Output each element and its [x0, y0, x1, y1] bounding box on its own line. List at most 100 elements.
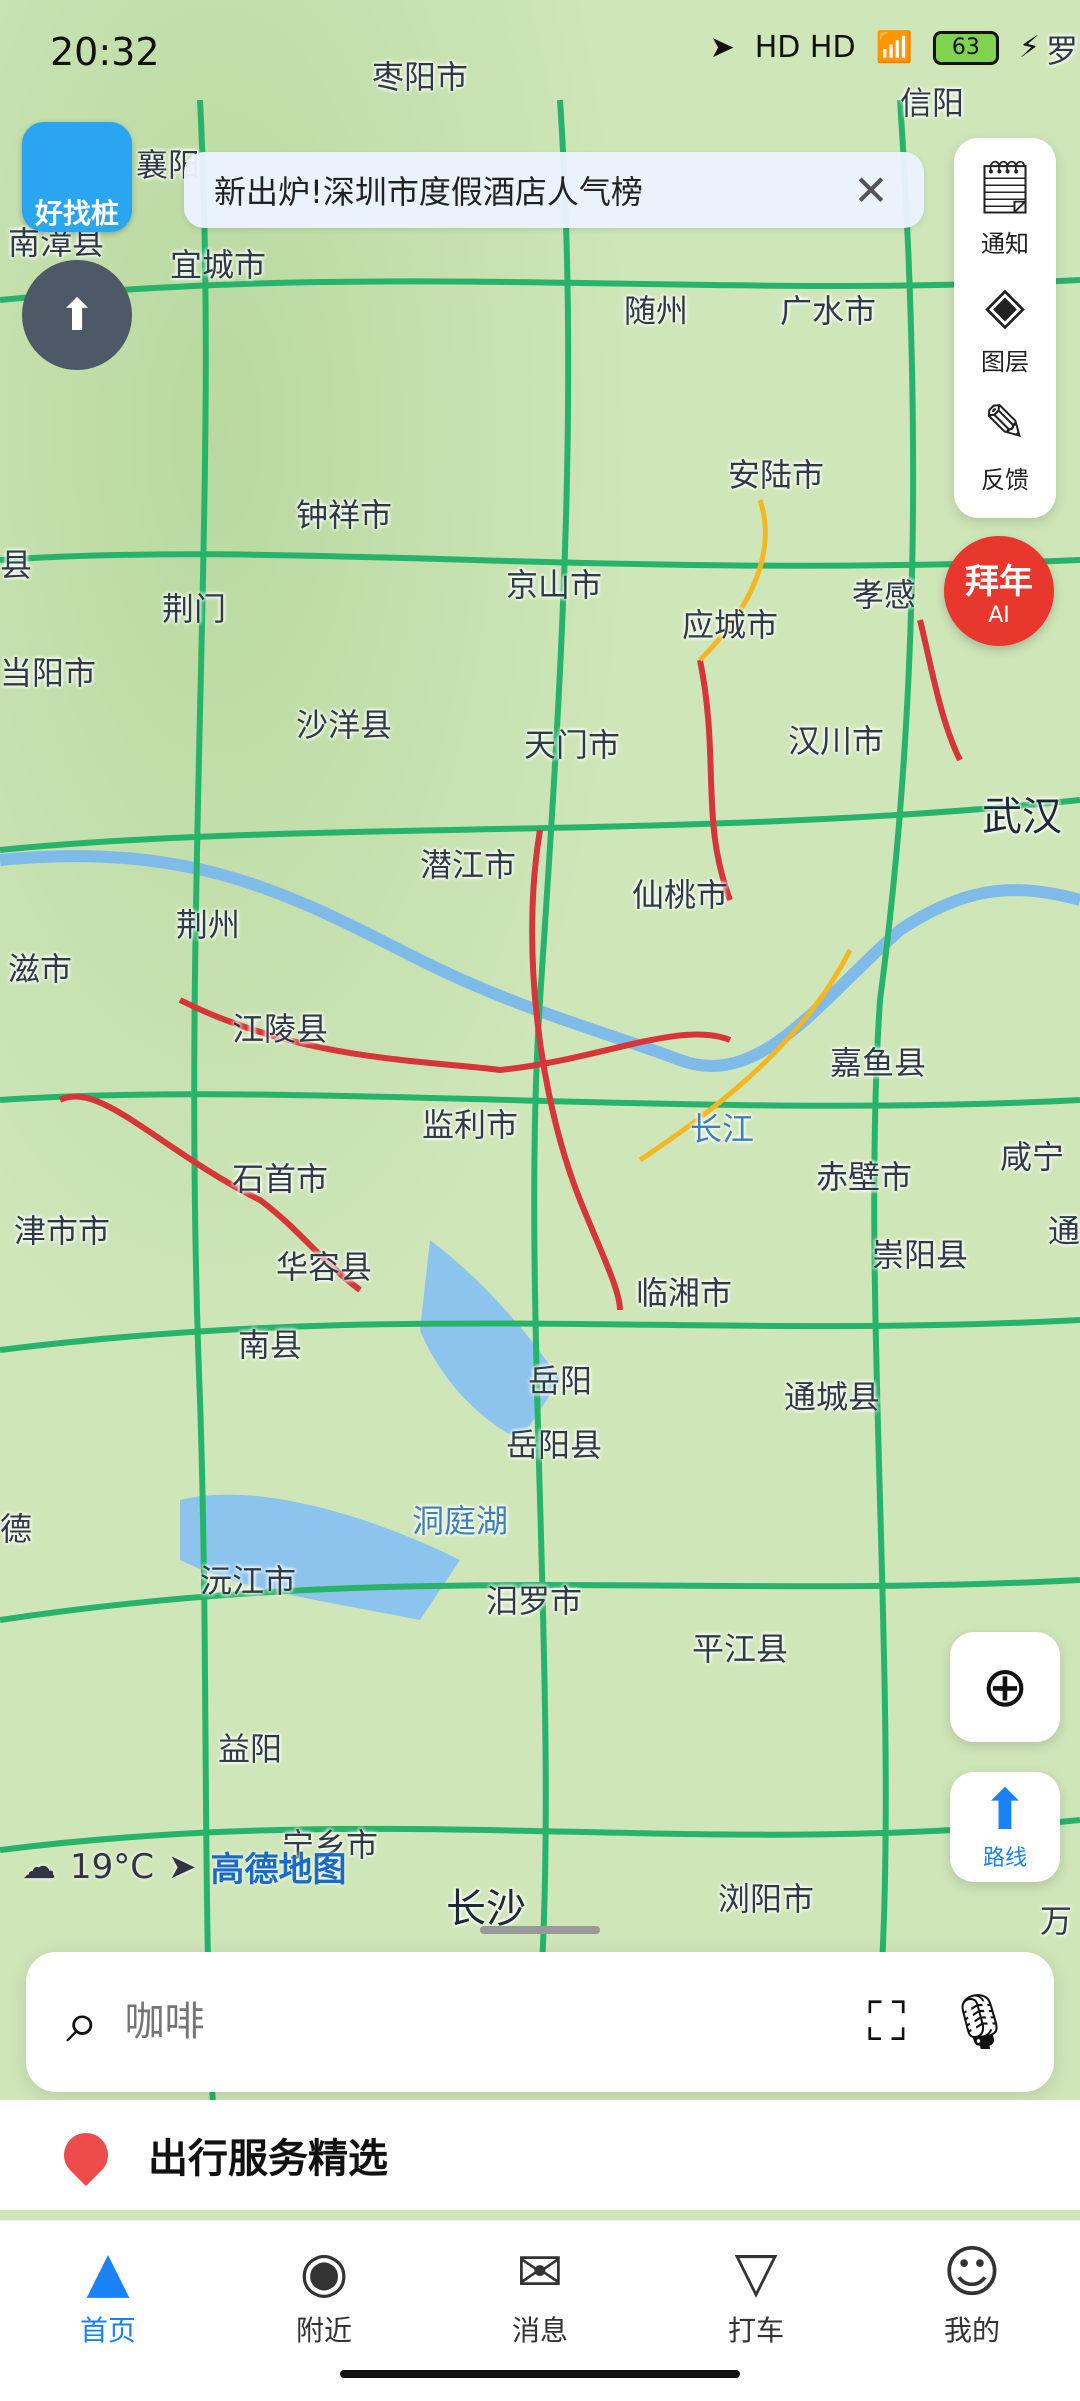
map-label[interactable]: 京山市 [506, 560, 602, 606]
map-label[interactable]: 长江 [690, 1104, 754, 1150]
status-bar: 20:32 ➤ HD HD 📶 63 ⚡ [0, 0, 1080, 100]
wifi-icon: 📶 [875, 30, 913, 65]
map-label[interactable]: 武汉 [982, 784, 1062, 842]
map-label[interactable]: 德 [0, 1504, 32, 1550]
toolbar-label: 反馈 [981, 466, 1029, 494]
map-label[interactable]: 仙桃市 [632, 870, 728, 916]
brand-logo: 高德地图 [210, 1850, 347, 1890]
home-indicator [340, 2370, 740, 2378]
toolbar-notice[interactable]: 🗒 通知 [954, 158, 1056, 276]
map-label[interactable]: 崇阳县 [872, 1230, 968, 1276]
map-label[interactable]: 宜城市 [170, 240, 266, 286]
battery-icon: 63 [932, 30, 999, 65]
map-label[interactable]: 华容县 [276, 1242, 372, 1288]
feedback-icon: ✎ [983, 394, 1027, 454]
map-label[interactable]: 岳阳县 [506, 1420, 602, 1466]
status-time: 20:32 [50, 30, 160, 74]
map-label[interactable]: 津市市 [14, 1206, 110, 1252]
toolbar-layers[interactable]: ◈ 图层 [954, 276, 1056, 394]
map-label[interactable]: 沙洋县 [296, 700, 392, 746]
compass-icon[interactable]: ⬆ [22, 260, 132, 370]
map-label[interactable]: 监利市 [422, 1100, 518, 1146]
tab-profile[interactable]: ☺ 我的 [864, 2221, 1080, 2401]
map-label[interactable]: 临湘市 [636, 1268, 732, 1314]
toolbar-feedback[interactable]: ✎ 反馈 [954, 394, 1056, 512]
map-toolbar: 🗒 通知 ◈ 图层 ✎ 反馈 [954, 138, 1056, 518]
location-arrow-icon: ➤ [709, 30, 735, 65]
toolbar-label: 图层 [981, 348, 1029, 376]
tab-label: 我的 [943, 2314, 1000, 2347]
tab-label: 消息 [511, 2314, 568, 2347]
service-section[interactable]: 出行服务精选 [0, 2100, 1080, 2210]
app-badge[interactable]: 好找桩 [22, 122, 132, 232]
map-label[interactable]: 沅江市 [200, 1556, 296, 1602]
map-label[interactable]: 南县 [238, 1320, 302, 1366]
tab-home[interactable]: ▲ 首页 [0, 2221, 216, 2401]
brand-arrow-icon: ➤ [168, 1846, 197, 1887]
layers-icon: ◈ [985, 276, 1025, 336]
locate-button[interactable]: ⊕ [950, 1632, 1060, 1742]
map-label[interactable]: 石首市 [232, 1154, 328, 1200]
charging-icon: ⚡ [1018, 30, 1040, 65]
signal-icons: HD HD [754, 30, 856, 65]
map-label[interactable]: 安陆市 [728, 450, 824, 496]
home-icon: ▲ [86, 2240, 130, 2305]
map-label[interactable]: 应城市 [682, 600, 778, 646]
map-label[interactable]: 县 [0, 540, 32, 586]
mic-icon[interactable]: 🎙 [945, 1990, 1014, 2054]
map-label[interactable]: 汉川市 [788, 716, 884, 762]
map-label[interactable]: 通 [1048, 1206, 1080, 1252]
profile-icon: ☺ [942, 2240, 1002, 2305]
route-arrow-icon: ⬆ [981, 1778, 1029, 1843]
toolbar-label: 通知 [981, 230, 1029, 258]
map-label[interactable]: 钟祥市 [296, 490, 392, 536]
search-bar[interactable]: ⌕ ⛶ 🎙 [26, 1952, 1054, 2092]
map-label[interactable]: 滋市 [8, 944, 72, 990]
search-input[interactable] [122, 1998, 828, 2046]
search-icon: ⌕ [66, 1987, 99, 2056]
map-label[interactable]: 孝感 [852, 570, 916, 616]
sheet-handle[interactable] [480, 1926, 600, 1934]
map-label[interactable]: 万 [1040, 1896, 1072, 1942]
map-label[interactable]: 赤壁市 [816, 1152, 912, 1198]
ai-badge-sub: AI [988, 603, 1010, 628]
ai-badge-title: 拜年 [965, 562, 1033, 602]
service-title: 出行服务精选 [148, 2136, 388, 2182]
map-label[interactable]: 潜江市 [420, 840, 516, 886]
locate-icon: ⊕ [981, 1654, 1029, 1720]
temperature: 19°C [70, 1846, 155, 1887]
route-label: 路线 [982, 1846, 1027, 1871]
map-label[interactable]: 天门市 [524, 720, 620, 766]
map-label[interactable]: 汨罗市 [486, 1576, 582, 1622]
nearby-icon: ◉ [299, 2240, 349, 2305]
map-label[interactable]: 荆州 [176, 900, 240, 946]
message-icon: ✉ [516, 2240, 564, 2305]
map-label[interactable]: 通城县 [784, 1372, 880, 1418]
map-label[interactable]: 当阳市 [0, 648, 96, 694]
map-label[interactable]: 洞庭湖 [412, 1496, 508, 1542]
route-button[interactable]: ⬆ 路线 [950, 1772, 1060, 1882]
map-label[interactable]: 浏阳市 [718, 1874, 814, 1920]
close-icon[interactable]: ✕ [848, 166, 894, 215]
tab-label: 附近 [295, 2314, 352, 2347]
scan-icon[interactable]: ⛶ [868, 1990, 906, 2054]
map-label[interactable]: 咸宁 [1000, 1132, 1064, 1178]
ai-badge[interactable]: 拜年 AI [944, 536, 1054, 646]
notice-icon: 🗒 [971, 158, 1038, 218]
tab-label: 打车 [727, 2314, 784, 2347]
promo-banner[interactable]: 新出炉!深圳市度假酒店人气榜 ✕ [184, 152, 924, 228]
location-pin-icon [54, 2123, 118, 2187]
map-label[interactable]: 嘉鱼县 [830, 1038, 926, 1084]
banner-text[interactable]: 新出炉!深圳市度假酒店人气榜 [214, 167, 848, 213]
map-label[interactable]: 江陵县 [232, 1004, 328, 1050]
tab-label: 首页 [79, 2314, 136, 2347]
map-label[interactable]: 随州 [624, 286, 688, 332]
map-label[interactable]: 平江县 [692, 1624, 788, 1670]
map-label[interactable]: 益阳 [218, 1724, 282, 1770]
map-label[interactable]: 广水市 [780, 286, 876, 332]
weather-info[interactable]: ☁ 19°C ➤ 高德地图 [22, 1842, 347, 1891]
status-icons: ➤ HD HD 📶 63 ⚡ [710, 30, 1040, 65]
map-label[interactable]: 岳阳 [528, 1356, 592, 1402]
cloud-icon: ☁ [22, 1846, 56, 1887]
map-label[interactable]: 荆门 [162, 584, 226, 630]
